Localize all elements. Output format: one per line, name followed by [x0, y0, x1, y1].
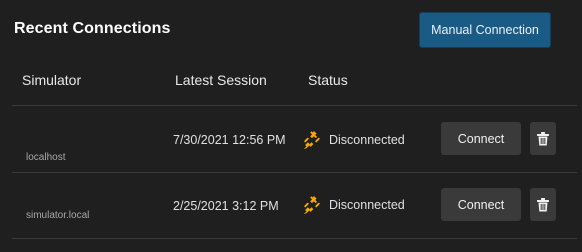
table-row: simulator.local 2/25/2021 3:12 PM Discon… — [0, 172, 582, 238]
status-cell: Disconnected — [301, 194, 405, 216]
delete-button[interactable] — [530, 122, 556, 155]
row-divider — [12, 238, 577, 239]
manual-connection-button[interactable]: Manual Connection — [419, 12, 551, 48]
page-title: Recent Connections — [14, 20, 171, 37]
table-row: localhost 7/30/2021 12:56 PM Disconnecte… — [0, 106, 582, 172]
latest-session: 2/25/2021 3:12 PM — [173, 199, 279, 213]
delete-button[interactable] — [530, 188, 556, 221]
disconnected-plug-icon — [303, 195, 320, 215]
trash-icon — [537, 197, 549, 211]
disconnected-plug-icon — [303, 130, 320, 150]
trash-icon — [537, 131, 549, 145]
simulator-name: simulator.local — [26, 210, 90, 221]
column-header-status: Status — [308, 72, 348, 88]
connect-button[interactable]: Connect — [441, 188, 521, 221]
recent-connections-panel: Recent Connections Manual Connection Sim… — [0, 0, 582, 252]
status-text: Disconnected — [329, 198, 405, 212]
column-header-simulator: Simulator — [22, 72, 82, 88]
status-text: Disconnected — [329, 133, 405, 147]
status-cell: Disconnected — [301, 129, 405, 151]
simulator-name: localhost — [26, 152, 66, 163]
connect-button[interactable]: Connect — [441, 122, 521, 155]
latest-session: 7/30/2021 12:56 PM — [173, 133, 286, 147]
column-header-latest-session: Latest Session — [175, 72, 267, 88]
